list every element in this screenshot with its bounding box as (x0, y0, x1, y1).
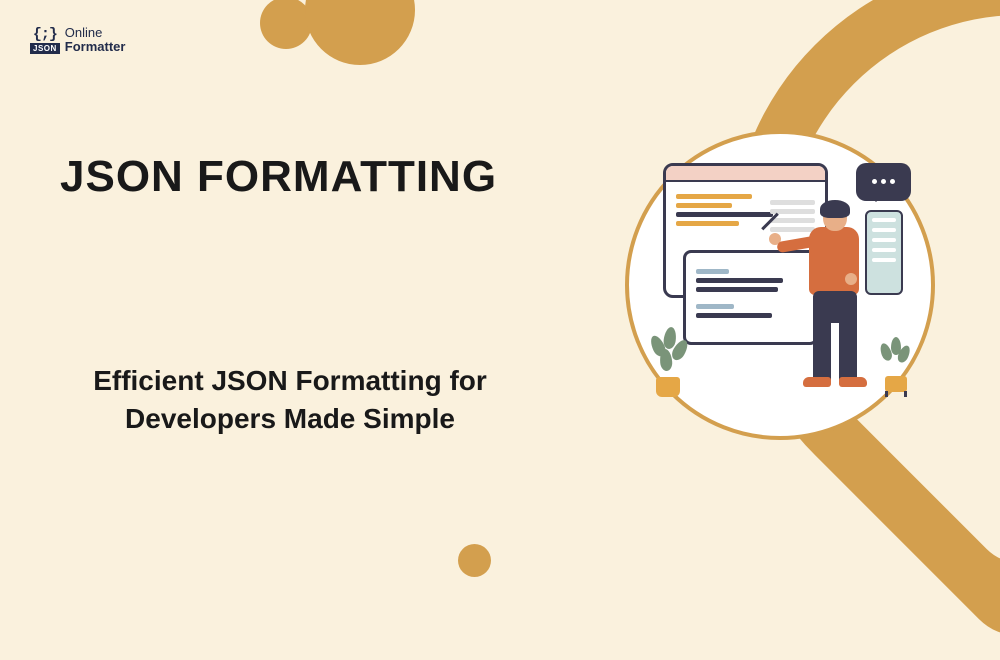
brand-logo: {;} JSON Online Formatter (30, 26, 125, 54)
page-subheading: Efficient JSON Formatting for Developers… (50, 362, 530, 438)
decorative-circle-bottom (458, 544, 491, 577)
developer-person-icon (795, 203, 875, 403)
json-badge-icon: {;} JSON (30, 26, 60, 54)
decorative-circle-large (305, 0, 415, 65)
hero-illustration (625, 130, 935, 440)
logo-badge-text: JSON (30, 43, 60, 54)
plant-right-icon (875, 337, 915, 397)
plant-left-icon (648, 327, 688, 397)
logo-brace: {;} (33, 26, 57, 43)
logo-text-line2: Formatter (65, 40, 126, 54)
speech-bubble-icon (856, 163, 911, 201)
logo-text-line1: Online (65, 26, 126, 40)
page-heading: JSON FORMATTING (60, 152, 497, 202)
